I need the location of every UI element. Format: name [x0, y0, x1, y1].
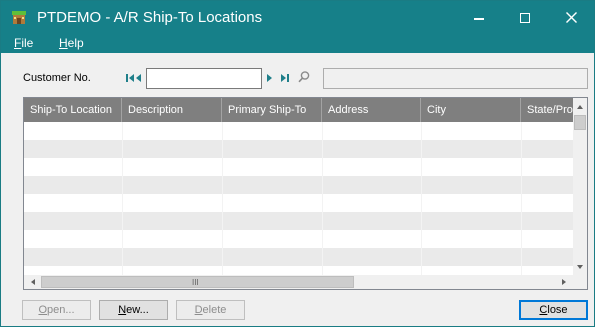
maximize-button[interactable]	[502, 1, 548, 34]
column-header-address[interactable]: Address	[322, 98, 421, 122]
open-button[interactable]: Open...	[22, 300, 91, 320]
grid-row[interactable]	[24, 230, 573, 248]
menu-file[interactable]: File	[14, 36, 33, 50]
minimize-icon	[474, 18, 484, 20]
ship-to-window: PTDEMO - A/R Ship-To Locations File Help…	[0, 0, 595, 327]
grid-row[interactable]	[24, 158, 573, 176]
grid-header: Ship-To Location Description Primary Shi…	[24, 98, 573, 122]
column-divider	[122, 122, 123, 276]
vertical-scrollbar[interactable]	[573, 98, 587, 275]
column-divider	[521, 122, 522, 276]
close-icon	[565, 12, 577, 23]
delete-button[interactable]: Delete	[176, 300, 245, 320]
column-header-ship-to-location[interactable]: Ship-To Location	[24, 98, 122, 122]
last-record-icon[interactable]	[280, 71, 290, 85]
customer-no-input[interactable]	[146, 68, 262, 89]
customer-name-display	[323, 68, 588, 89]
scroll-grip: III	[192, 278, 199, 287]
column-divider	[322, 122, 323, 276]
lookup-icon[interactable]	[297, 70, 311, 84]
column-divider	[421, 122, 422, 276]
customer-no-label: Customer No.	[23, 72, 91, 84]
scroll-down-icon[interactable]	[573, 260, 587, 274]
grid-row[interactable]	[24, 122, 573, 140]
maximize-icon	[520, 12, 530, 23]
next-record-icon[interactable]	[264, 71, 274, 85]
menu-help[interactable]: Help	[59, 36, 84, 50]
scrollbar-corner	[573, 275, 587, 289]
close-button[interactable]: Close	[519, 300, 588, 320]
menu-bar: File Help	[1, 34, 594, 53]
new-button[interactable]: New...	[99, 300, 168, 320]
grid-row[interactable]	[24, 212, 573, 230]
horizontal-scroll-thumb[interactable]: III	[41, 276, 354, 288]
grid-row[interactable]	[24, 248, 573, 266]
column-header-description[interactable]: Description	[122, 98, 222, 122]
column-header-city[interactable]: City	[421, 98, 521, 122]
minimize-button[interactable]	[456, 1, 502, 34]
title-bar[interactable]: PTDEMO - A/R Ship-To Locations	[1, 1, 594, 34]
grid-row[interactable]	[24, 194, 573, 212]
column-header-state-province[interactable]: State/Pro	[521, 98, 573, 122]
vertical-scroll-thumb[interactable]	[574, 115, 586, 130]
ship-to-grid[interactable]: Ship-To Location Description Primary Shi…	[23, 97, 588, 290]
window-title: PTDEMO - A/R Ship-To Locations	[37, 9, 263, 26]
scroll-left-icon[interactable]	[26, 275, 40, 289]
previous-record-icon[interactable]	[134, 71, 144, 85]
app-icon	[12, 11, 26, 24]
column-header-primary-ship-to[interactable]: Primary Ship-To	[222, 98, 322, 122]
grid-row[interactable]	[24, 140, 573, 158]
grid-row[interactable]	[24, 176, 573, 194]
close-window-button[interactable]	[548, 1, 594, 34]
grid-body[interactable]	[24, 122, 573, 276]
horizontal-scrollbar[interactable]: III	[24, 275, 573, 289]
scroll-right-icon[interactable]	[557, 275, 571, 289]
column-divider	[222, 122, 223, 276]
scroll-up-icon[interactable]	[573, 100, 587, 114]
